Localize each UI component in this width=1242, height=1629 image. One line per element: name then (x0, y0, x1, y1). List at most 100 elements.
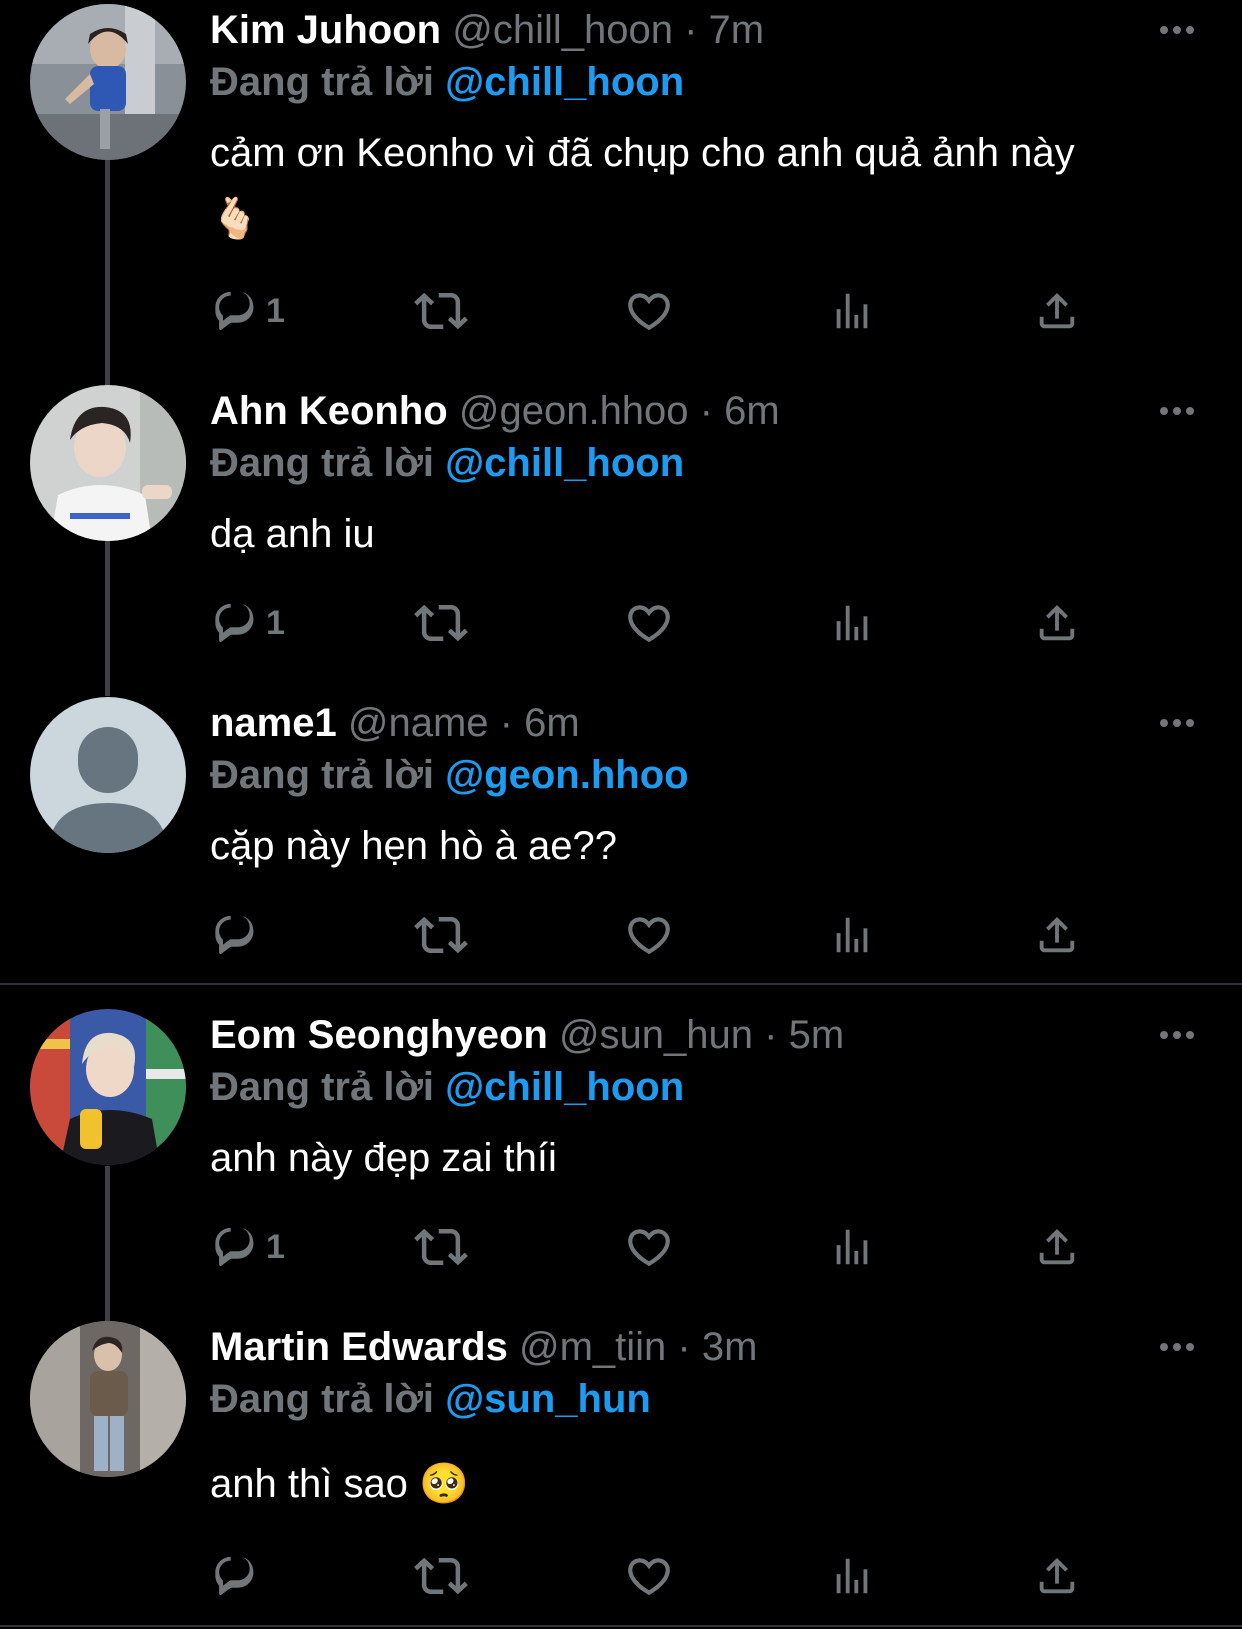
share-button[interactable] (1034, 1546, 1080, 1606)
author-name[interactable]: Martin Edwards (210, 1325, 508, 1369)
tweet-text-line: anh này đẹp zai thíi (210, 1136, 557, 1180)
reply-button[interactable] (212, 905, 266, 965)
like-button[interactable] (624, 1217, 674, 1277)
tweet-text: cặp này hẹn hò à ae?? (210, 813, 617, 879)
replying-label: Đang trả lời (210, 60, 435, 104)
share-button[interactable] (1034, 1217, 1080, 1277)
reply-button[interactable]: 1 (212, 593, 285, 653)
author-handle[interactable]: @m_tiin (519, 1325, 666, 1369)
reply-mention[interactable]: @geon.hhoo (445, 753, 688, 797)
avatar[interactable] (30, 697, 186, 853)
heart-icon (624, 1222, 674, 1272)
reply-icon (212, 288, 258, 334)
reply-mention[interactable]: @chill_hoon (445, 60, 684, 104)
author-handle[interactable]: @sun_hun (559, 1013, 753, 1057)
author-name[interactable]: name1 (210, 701, 337, 745)
views-icon (829, 1553, 875, 1599)
reply-mention[interactable]: @chill_hoon (445, 441, 684, 485)
more-icon[interactable] (1158, 1025, 1196, 1045)
author-handle[interactable]: @name (348, 701, 489, 745)
timestamp[interactable]: 7m (709, 8, 765, 52)
more-icon[interactable] (1158, 713, 1196, 733)
replying-to: Đang trả lời @sun_hun (210, 1373, 651, 1425)
retweet-button[interactable] (414, 593, 468, 653)
author-name[interactable]: Eom Seonghyeon (210, 1013, 548, 1057)
like-button[interactable] (624, 905, 674, 965)
author-name[interactable]: Kim Juhoon (210, 8, 441, 52)
author-name[interactable]: Ahn Keonho (210, 389, 448, 433)
share-button[interactable] (1034, 281, 1080, 341)
share-button[interactable] (1034, 593, 1080, 653)
thread-line (105, 160, 110, 385)
tweet-header: Eom Seonghyeon @sun_hun · 5m (210, 1009, 844, 1061)
replying-to: Đang trả lời @chill_hoon (210, 56, 684, 108)
timestamp[interactable]: 6m (724, 389, 780, 433)
reply-icon (212, 912, 258, 958)
replying-to: Đang trả lời @chill_hoon (210, 437, 684, 489)
replying-to: Đang trả lời @geon.hhoo (210, 749, 689, 801)
heart-icon (624, 1551, 674, 1601)
share-button[interactable] (1034, 905, 1080, 965)
separator-dot: · (684, 8, 698, 52)
author-handle[interactable]: @chill_hoon (452, 8, 673, 52)
timestamp[interactable]: 6m (524, 701, 580, 745)
heart-icon (624, 286, 674, 336)
replying-label: Đang trả lời (210, 753, 435, 797)
tweet-text: anh này đẹp zai thíi (210, 1125, 557, 1191)
separator-dot: · (677, 1325, 691, 1369)
views-button[interactable] (829, 1217, 875, 1277)
reply-mention[interactable]: @chill_hoon (445, 1065, 684, 1109)
like-button[interactable] (624, 281, 674, 341)
tweet-header: Ahn Keonho @geon.hhoo · 6m (210, 385, 780, 437)
views-icon (829, 912, 875, 958)
retweet-icon (414, 596, 468, 650)
share-icon (1034, 288, 1080, 334)
avatar[interactable] (30, 1321, 186, 1477)
replying-label: Đang trả lời (210, 1065, 435, 1109)
views-button[interactable] (829, 905, 875, 965)
views-button[interactable] (829, 281, 875, 341)
thread-line (105, 1166, 110, 1321)
reply-icon (212, 1553, 258, 1599)
views-button[interactable] (829, 593, 875, 653)
tweet-header: Kim Juhoon @chill_hoon · 7m (210, 4, 764, 56)
avatar[interactable] (30, 385, 186, 541)
reply-button[interactable] (212, 1546, 266, 1606)
replying-to: Đang trả lời @chill_hoon (210, 1061, 684, 1113)
timestamp[interactable]: 5m (789, 1013, 845, 1057)
like-button[interactable] (624, 1546, 674, 1606)
action-bar: 1 (210, 593, 1110, 653)
replying-label: Đang trả lời (210, 1377, 435, 1421)
retweet-button[interactable] (414, 905, 468, 965)
timestamp[interactable]: 3m (702, 1325, 758, 1369)
replying-label: Đang trả lời (210, 441, 435, 485)
avatar[interactable] (30, 4, 186, 160)
tweet-text: anh thì sao 🥺 (210, 1451, 469, 1517)
retweet-button[interactable] (414, 1546, 468, 1606)
views-icon (829, 600, 875, 646)
more-icon[interactable] (1158, 401, 1196, 421)
more-icon[interactable] (1158, 1337, 1196, 1357)
reply-button[interactable]: 1 (212, 281, 285, 341)
reply-button[interactable]: 1 (212, 1217, 285, 1277)
like-button[interactable] (624, 593, 674, 653)
tweet-text-line: dạ anh iu (210, 512, 375, 556)
author-handle[interactable]: @geon.hhoo (459, 389, 689, 433)
share-icon (1034, 600, 1080, 646)
reply-mention[interactable]: @sun_hun (445, 1377, 651, 1421)
thread-line (105, 541, 110, 696)
separator-dot: · (699, 389, 713, 433)
more-icon[interactable] (1158, 20, 1196, 40)
reply-icon (212, 600, 258, 646)
avatar[interactable] (30, 1009, 186, 1165)
tweet-text-line: cảm ơn Keonho vì đã chụp cho anh quả ảnh… (210, 131, 1075, 175)
separator-dot: · (499, 701, 513, 745)
retweet-button[interactable] (414, 281, 468, 341)
tweet-text-line: cặp này hẹn hò à ae?? (210, 824, 618, 868)
reply-count: 1 (266, 603, 285, 642)
tweet-text: cảm ơn Keonho vì đã chụp cho anh quả ảnh… (210, 120, 1075, 252)
tweet-text-line: anh thì sao 🥺 (210, 1462, 469, 1506)
separator-dot: · (764, 1013, 778, 1057)
retweet-button[interactable] (414, 1217, 468, 1277)
views-button[interactable] (829, 1546, 875, 1606)
